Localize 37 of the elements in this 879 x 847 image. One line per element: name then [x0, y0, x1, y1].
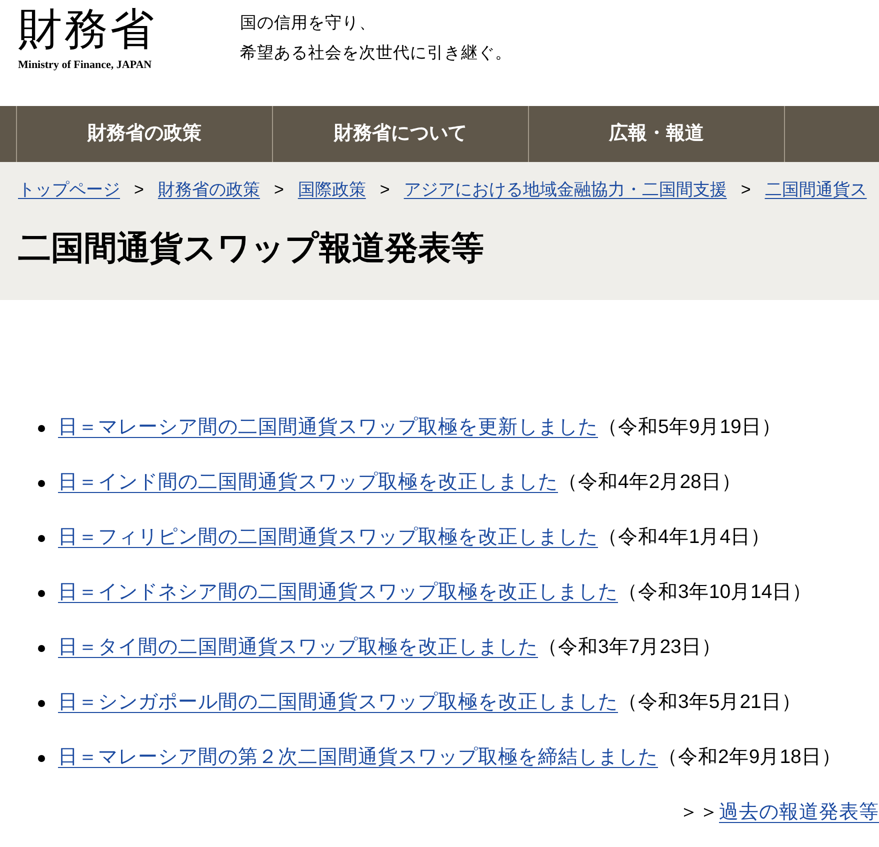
release-date: （令和3年5月21日）	[618, 690, 802, 716]
release-date: （令和5年9月19日）	[598, 415, 782, 440]
press-release-link[interactable]: 日＝インド間の二国間通貨スワップ取極を改正しました	[58, 468, 558, 498]
bullet-icon	[38, 480, 45, 486]
tagline-text: 国の信用を守り、	[240, 12, 377, 34]
breadcrumb-separator: >	[740, 179, 751, 202]
breadcrumb-link[interactable]: 財務省の政策	[158, 177, 260, 203]
bullet-icon	[38, 644, 45, 652]
past-releases-link[interactable]: 過去の報道発表等	[719, 798, 879, 828]
breadcrumb-separator: >	[134, 179, 144, 202]
tagline-text: 希望ある社会を次世代に引き継ぐ。	[240, 42, 512, 64]
breadcrumb-separator: >	[380, 179, 390, 202]
breadcrumb-separator: >	[274, 179, 284, 202]
release-date: （令和4年2月28日）	[558, 470, 742, 496]
release-date: （令和2年9月18日）	[658, 745, 842, 770]
bullet-icon	[38, 754, 45, 762]
logo-subtitle: Ministry of Finance, JAPAN	[18, 58, 153, 72]
bullet-icon	[38, 700, 45, 706]
release-date: （令和3年10月14日）	[618, 580, 812, 606]
press-release-link[interactable]: 日＝マレーシア間の二国間通貨スワップ取極を更新しました	[58, 413, 598, 443]
press-release-link[interactable]: 日＝タイ間の二国間通貨スワップ取極を改正しました	[58, 633, 538, 663]
press-release-link[interactable]: 日＝シンガポール間の二国間通貨スワップ取極を改正しました	[58, 688, 618, 718]
release-date: （令和4年1月4日）	[598, 525, 771, 550]
page-title: 二国間通貨スワップ報道発表等	[18, 228, 485, 268]
press-release-link[interactable]: 日＝インドネシア間の二国間通貨スワップ取極を改正しました	[58, 578, 618, 608]
breadcrumb-link[interactable]: 二国間通貨ス	[764, 177, 867, 203]
bullet-icon	[38, 590, 45, 596]
bullet-icon	[38, 424, 45, 432]
breadcrumb-link[interactable]: 国際政策	[298, 177, 366, 203]
press-release-link[interactable]: 日＝フィリピン間の二国間通貨スワップ取極を改正しました	[58, 523, 598, 553]
breadcrumb-link[interactable]: トップページ	[18, 177, 120, 203]
release-date: （令和3年7月23日）	[538, 635, 722, 660]
press-release-link[interactable]: 日＝マレーシア間の第２次二国間通貨スワップ取極を締結しました	[58, 743, 658, 773]
bullet-icon	[38, 534, 45, 542]
logo-text: 財務省	[18, 4, 157, 56]
more-prefix: ＞＞	[679, 800, 719, 825]
breadcrumb-link[interactable]: アジアにおける地域金融協力・二国間支援	[404, 177, 727, 203]
